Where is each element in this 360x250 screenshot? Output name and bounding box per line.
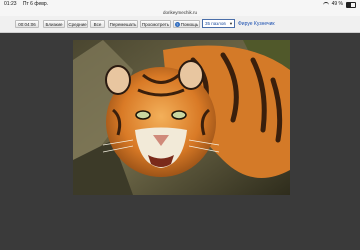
help-label: Помощь: [180, 22, 199, 27]
battery-icon: [346, 1, 356, 8]
pieces-count-select[interactable]: 35 пазлов ▼: [202, 19, 235, 28]
address-bar[interactable]: dorikeymechik.ru: [0, 9, 360, 16]
url-text: dorikeymechik.ru: [162, 10, 197, 15]
user-link[interactable]: Фируе Кузнечик: [238, 20, 275, 28]
pieces-count-value: 35 пазлов: [205, 21, 226, 26]
tiger-picture: [73, 40, 290, 195]
timer-display: 00:04:06: [15, 20, 39, 28]
preview-button[interactable]: Просмотреть: [140, 20, 171, 28]
medium-pieces-button[interactable]: Средние: [67, 20, 88, 28]
puzzle-toolbar: 00:04:06 Близкие Средние Все Перемешать …: [0, 16, 360, 33]
chevron-down-icon: ▼: [229, 21, 233, 26]
wifi-icon: [322, 2, 329, 7]
battery-percent: 49 %: [331, 1, 343, 7]
status-time: 01:23: [4, 1, 17, 7]
help-icon: ?: [174, 22, 180, 28]
help-button[interactable]: ? Помощь: [173, 20, 200, 28]
close-pieces-button[interactable]: Близкие: [43, 20, 65, 28]
shuffle-button[interactable]: Перемешать: [108, 20, 138, 28]
status-bar: 01:23 Пт 6 февр. 49 %: [0, 0, 360, 9]
puzzle-image[interactable]: [73, 40, 290, 195]
all-pieces-button[interactable]: Все: [90, 20, 105, 28]
status-date: Пт 6 февр.: [22, 1, 49, 7]
